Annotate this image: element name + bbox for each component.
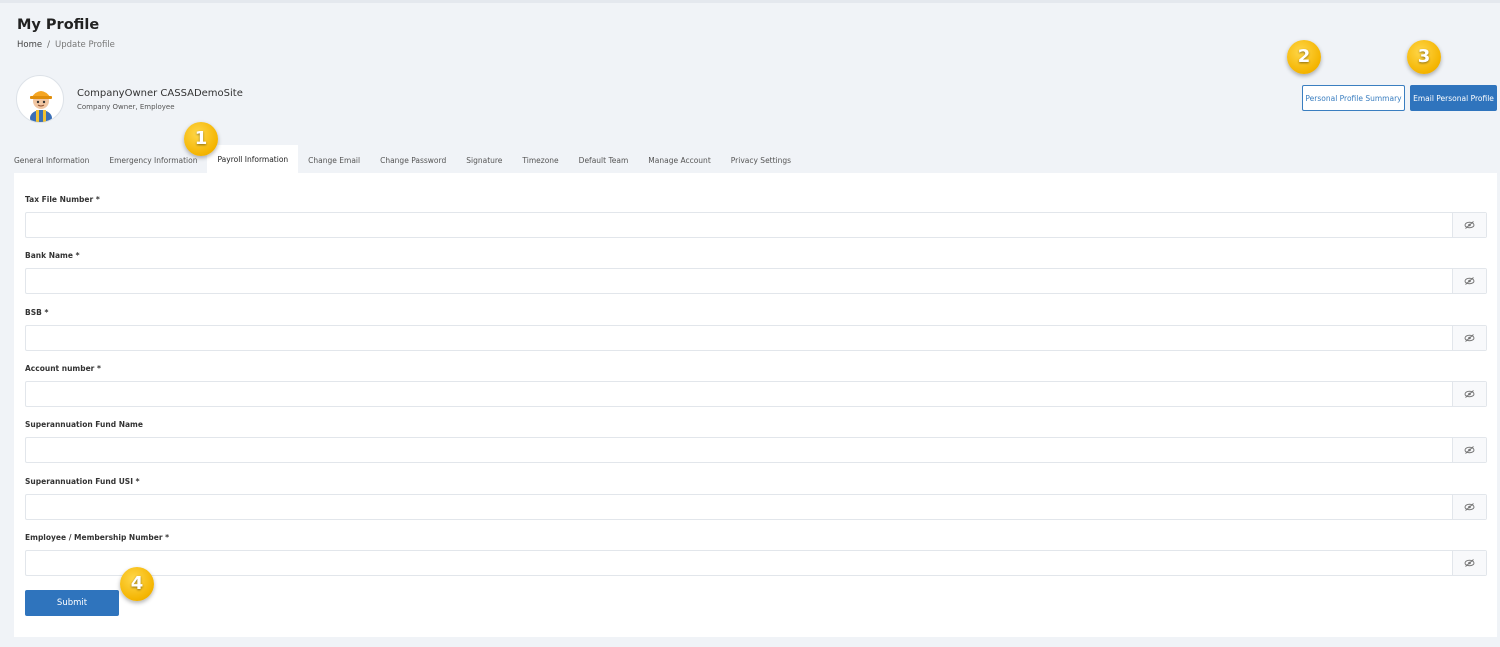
personal-profile-summary-button[interactable]: Personal Profile Summary [1302,85,1405,111]
tax-file-number-input[interactable] [26,213,1454,237]
eye-slash-icon [1464,559,1475,567]
toggle-visibility-button[interactable] [1452,438,1486,462]
superannuation-fund-name-input[interactable] [26,438,1454,462]
toggle-visibility-button[interactable] [1452,326,1486,350]
toggle-visibility-button[interactable] [1452,269,1486,293]
page-title: My Profile [17,17,100,33]
toggle-visibility-button[interactable] [1452,382,1486,406]
breadcrumb: Home / Update Profile [17,40,115,50]
breadcrumb-current: Update Profile [54,40,115,50]
breadcrumb-home-link[interactable]: Home [17,40,42,50]
membership-number-input[interactable] [26,551,1454,575]
tab-general-information[interactable]: General Information [14,147,99,173]
tab-signature[interactable]: Signature [456,147,512,173]
eye-slash-icon [1464,390,1475,398]
superannuation-fund-name-group [25,437,1487,463]
user-roles: Company Owner, Employee [77,103,175,111]
eye-slash-icon [1464,334,1475,342]
tab-timezone[interactable]: Timezone [512,147,568,173]
account-number-group [25,381,1487,407]
step-marker-1: 1 [184,122,218,156]
toggle-visibility-button[interactable] [1452,213,1486,237]
bsb-label: BSB * [25,308,49,317]
profile-tabs: General Information Emergency Informatio… [14,145,801,173]
step-marker-4: 4 [120,567,154,601]
toggle-visibility-button[interactable] [1452,495,1486,519]
bank-name-input[interactable] [26,269,1454,293]
superannuation-fund-usi-group [25,494,1487,520]
membership-number-label: Employee / Membership Number * [25,533,170,542]
tab-privacy-settings[interactable]: Privacy Settings [721,147,801,173]
eye-slash-icon [1464,221,1475,229]
superannuation-fund-usi-label: Superannuation Fund USI * [25,477,140,486]
user-name: CompanyOwner CASSADemoSite [77,88,243,99]
eye-slash-icon [1464,503,1475,511]
tab-payroll-information[interactable]: Payroll Information [207,145,299,173]
membership-number-group [25,550,1487,576]
bank-name-group [25,268,1487,294]
top-divider [0,0,1500,3]
step-marker-3: 3 [1407,40,1441,74]
tab-manage-account[interactable]: Manage Account [638,147,720,173]
step-marker-2: 2 [1287,40,1321,74]
tab-change-password[interactable]: Change Password [370,147,456,173]
account-number-input[interactable] [26,382,1454,406]
worker-avatar-icon [30,91,52,122]
tax-file-number-group [25,212,1487,238]
bank-name-label: Bank Name * [25,251,80,260]
bsb-group [25,325,1487,351]
eye-slash-icon [1464,277,1475,285]
bsb-input[interactable] [26,326,1454,350]
account-number-label: Account number * [25,364,101,373]
superannuation-fund-usi-input[interactable] [26,495,1454,519]
submit-button[interactable]: Submit [25,590,119,616]
payroll-form-card: Tax File Number * Bank Name * BSB * Acco… [14,173,1497,637]
superannuation-fund-name-label: Superannuation Fund Name [25,420,143,429]
eye-slash-icon [1464,446,1475,454]
toggle-visibility-button[interactable] [1452,551,1486,575]
email-personal-profile-button[interactable]: Email Personal Profile [1410,85,1497,111]
breadcrumb-separator: / [47,40,50,50]
tab-default-team[interactable]: Default Team [569,147,639,173]
avatar [16,75,64,123]
tax-file-number-label: Tax File Number * [25,195,100,204]
tab-change-email[interactable]: Change Email [298,147,370,173]
